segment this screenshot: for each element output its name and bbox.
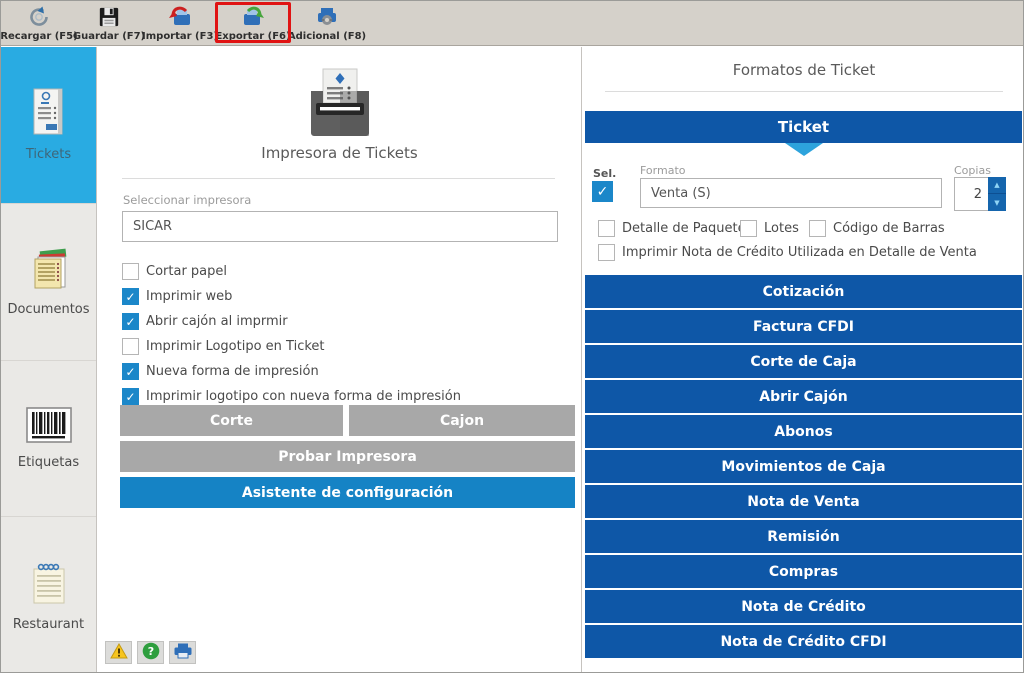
copias-decrement-button[interactable]: ▼: [988, 194, 1006, 211]
help-button[interactable]: ?: [137, 641, 164, 664]
section-corte-de-caja[interactable]: Corte de Caja: [585, 345, 1022, 378]
save-icon: [98, 4, 120, 30]
sel-label: Sel.: [593, 167, 616, 180]
checkbox-codigo-barras[interactable]: Código de Barras: [809, 220, 945, 237]
checkbox-abrir-cajon[interactable]: Abrir cajón al imprmir: [122, 313, 288, 330]
print-button[interactable]: [169, 641, 196, 664]
sidebar-item-etiquetas[interactable]: Etiquetas: [1, 361, 96, 518]
checkbox-box[interactable]: [122, 363, 139, 380]
divider: [122, 178, 555, 179]
checkbox-box[interactable]: [598, 244, 615, 261]
import-icon: [166, 4, 194, 30]
sidebar-item-documentos-label: Documentos: [7, 302, 89, 317]
section-movimientos-de-caja[interactable]: Movimientos de Caja: [585, 450, 1022, 483]
checkbox-box[interactable]: [592, 181, 613, 202]
active-section-arrow-icon: [785, 143, 823, 156]
section-nota-de-credito-cfdi[interactable]: Nota de Crédito CFDI: [585, 625, 1022, 658]
section-nota-de-venta[interactable]: Nota de Venta: [585, 485, 1022, 518]
checkbox-box[interactable]: [122, 313, 139, 330]
sidebar-item-documentos[interactable]: Documentos: [1, 204, 96, 361]
checkbox-box[interactable]: [122, 263, 139, 280]
printer-panel-title: Impresora de Tickets: [98, 144, 581, 162]
section-abonos[interactable]: Abonos: [585, 415, 1022, 448]
import-button-label: Importar (F3): [142, 31, 218, 42]
section-cotizacion[interactable]: Cotización: [585, 275, 1022, 308]
section-ticket[interactable]: Ticket: [585, 111, 1022, 143]
printer-settings-panel: Impresora de Tickets Seleccionar impreso…: [98, 47, 582, 673]
reload-button-label: Recargar (F5): [0, 31, 77, 42]
copias-increment-button[interactable]: ▲: [988, 177, 1006, 194]
checkbox-box[interactable]: [740, 220, 757, 237]
checkbox-nota-credito-detalle[interactable]: Imprimir Nota de Crédito Utilizada en De…: [598, 244, 977, 261]
checkbox-detalle-paquete[interactable]: Detalle de Paquete: [598, 220, 746, 237]
save-button-label: Guardar (F7): [73, 31, 145, 42]
svg-text:?: ?: [147, 645, 153, 658]
export-icon: [239, 4, 267, 30]
corte-button[interactable]: Corte: [120, 405, 343, 436]
checkbox-box[interactable]: [122, 338, 139, 355]
checkbox-box[interactable]: [122, 388, 139, 405]
reload-button[interactable]: Recargar (F5): [3, 3, 75, 44]
section-factura-cfdi[interactable]: Factura CFDI: [585, 310, 1022, 343]
export-button-label: Exportar (F6): [215, 31, 290, 42]
copias-value[interactable]: 2: [954, 177, 988, 211]
formato-input[interactable]: [640, 178, 942, 208]
checkbox-box[interactable]: [598, 220, 615, 237]
formato-label: Formato: [640, 164, 686, 177]
checkbox-logotipo-ticket[interactable]: Imprimir Logotipo en Ticket: [122, 338, 325, 355]
additional-button[interactable]: Adicional (F8): [291, 3, 363, 44]
printer-gear-icon: [314, 4, 340, 30]
cajon-button[interactable]: Cajon: [349, 405, 575, 436]
asistente-configuracion-button[interactable]: Asistente de configuración: [120, 477, 575, 508]
warning-icon: [110, 643, 128, 663]
checkbox-imprimir-web[interactable]: Imprimir web: [122, 288, 232, 305]
ticket-formats-panel: Formatos de Ticket Ticket Sel. Formato C…: [583, 47, 1024, 673]
section-nota-de-credito[interactable]: Nota de Crédito: [585, 590, 1022, 623]
additional-button-label: Adicional (F8): [288, 31, 366, 42]
checkbox-logotipo-nueva-forma[interactable]: Imprimir logotipo con nueva forma de imp…: [122, 388, 461, 405]
import-button[interactable]: Importar (F3): [144, 3, 216, 44]
export-button[interactable]: Exportar (F6): [217, 3, 289, 44]
section-remision[interactable]: Remisión: [585, 520, 1022, 553]
sidebar-item-restaurant-label: Restaurant: [13, 617, 84, 632]
sidebar-item-etiquetas-label: Etiquetas: [18, 455, 79, 470]
refresh-icon: [27, 4, 51, 30]
section-abrir-cajon[interactable]: Abrir Cajón: [585, 380, 1022, 413]
receipt-icon: [29, 87, 69, 141]
toolbar: Recargar (F5) Guardar (F7): [1, 1, 1023, 46]
copias-label: Copias: [954, 164, 991, 177]
checkbox-box[interactable]: [122, 288, 139, 305]
barcode-icon: [26, 407, 72, 449]
app-window: Recargar (F5) Guardar (F7): [0, 0, 1024, 673]
printer-name-input[interactable]: [122, 211, 558, 242]
warning-button[interactable]: [105, 641, 132, 664]
ticket-printer-icon: [303, 65, 377, 143]
checkbox-box[interactable]: [809, 220, 826, 237]
probar-impresora-button[interactable]: Probar Impresora: [120, 441, 575, 472]
checkbox-lotes[interactable]: Lotes: [740, 220, 799, 237]
order-pad-icon: [26, 559, 72, 611]
help-icon: ?: [142, 642, 160, 664]
format-sections-list: Cotización Factura CFDI Corte de Caja Ab…: [585, 275, 1022, 660]
sel-checkbox[interactable]: [592, 181, 613, 202]
select-printer-label: Seleccionar impresora: [123, 193, 251, 207]
formats-panel-title: Formatos de Ticket: [583, 61, 1024, 79]
checkbox-cortar-papel[interactable]: Cortar papel: [122, 263, 227, 280]
section-compras[interactable]: Compras: [585, 555, 1022, 588]
documents-icon: [26, 246, 72, 296]
divider: [605, 91, 1003, 92]
printer-icon: [173, 643, 193, 663]
sidebar-item-tickets[interactable]: Tickets: [1, 47, 96, 204]
sidebar-item-restaurant[interactable]: Restaurant: [1, 517, 96, 673]
sidebar-item-tickets-label: Tickets: [26, 147, 71, 162]
checkbox-nueva-forma[interactable]: Nueva forma de impresión: [122, 363, 319, 380]
sidebar: Tickets Documentos: [1, 47, 97, 673]
save-button[interactable]: Guardar (F7): [73, 3, 145, 44]
